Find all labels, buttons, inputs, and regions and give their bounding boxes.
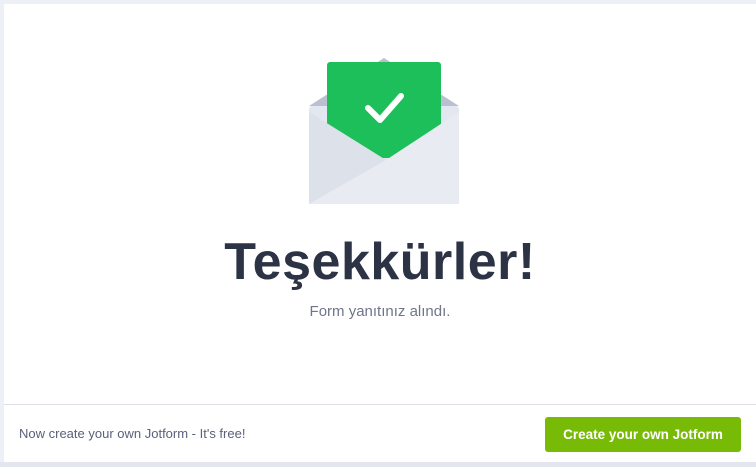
confirmation-message: Form yanıtınız alındı.	[309, 303, 451, 320]
envelope-check-icon	[309, 58, 459, 204]
bottom-divider	[0, 462, 756, 467]
page-title: Teşekkürler!	[224, 233, 536, 291]
promo-text: Now create your own Jotform - It's free!	[19, 426, 246, 441]
create-jotform-button[interactable]: Create your own Jotform	[545, 417, 741, 452]
confirmation-card: Teşekkürler! Form yanıtınız alındı.	[4, 4, 756, 404]
thank-you-page: Teşekkürler! Form yanıtınız alındı. Now …	[0, 0, 756, 467]
promo-footer: Now create your own Jotform - It's free!…	[4, 404, 756, 462]
